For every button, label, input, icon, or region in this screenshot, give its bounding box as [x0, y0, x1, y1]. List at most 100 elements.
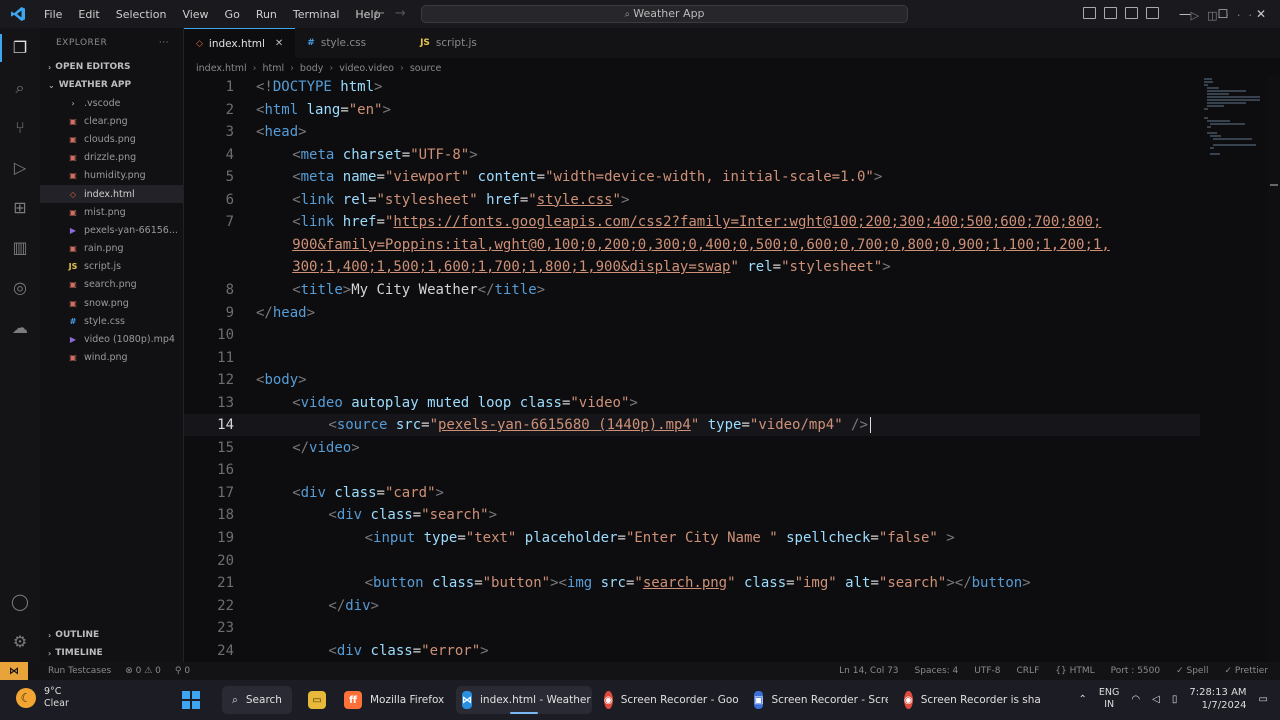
- breadcrumb-item[interactable]: source: [410, 63, 442, 74]
- navigation-arrows[interactable]: ←→: [374, 6, 416, 21]
- code-line[interactable]: 900&family=Poppins:ital,wght@0,100;0,200…: [184, 234, 1200, 256]
- file-explorer-button[interactable]: ▭: [308, 686, 326, 714]
- status-right-item[interactable]: ✓ Spell: [1176, 666, 1208, 676]
- remote-indicator-icon[interactable]: ⋈: [0, 662, 28, 680]
- breadcrumb-item[interactable]: html: [262, 63, 284, 74]
- file-item[interactable]: ▣ wind.png: [40, 349, 183, 367]
- breadcrumb-item[interactable]: video.video: [339, 63, 394, 74]
- weather-widget[interactable]: ☾ 9°C Clear: [16, 686, 69, 710]
- code-line[interactable]: 7 <link href="https://fonts.googleapis.co…: [184, 211, 1200, 233]
- code-line[interactable]: 18 <div class="search">: [184, 504, 1200, 526]
- status-left-item[interactable]: ⊗ 0 ⚠ 0: [125, 666, 161, 676]
- clock[interactable]: 7:28:13 AM 1/7/2024: [1189, 686, 1246, 712]
- file-item[interactable]: › .vscode: [40, 94, 183, 112]
- language-indicator[interactable]: ENG IN: [1099, 687, 1119, 711]
- notifications-icon[interactable]: ▭: [1259, 694, 1268, 705]
- start-button[interactable]: [182, 686, 200, 714]
- timeline-section[interactable]: › TIMELINE: [40, 644, 184, 662]
- file-item[interactable]: JS script.js: [40, 258, 183, 276]
- code-line[interactable]: 21 <button class="button"><img src="searc…: [184, 572, 1200, 594]
- menu-run[interactable]: Run: [248, 8, 285, 21]
- close-icon[interactable]: ✕: [275, 38, 283, 49]
- code-line[interactable]: 14 <source src="pexels-yan-6615680 (1440p…: [184, 414, 1200, 437]
- code-line[interactable]: 17 <div class="card">: [184, 482, 1200, 504]
- more-actions-icon[interactable]: ···: [159, 38, 169, 48]
- taskbar-app[interactable]: ▣ Screen Recorder - Scre: [754, 686, 888, 714]
- run-debug-icon[interactable]: ▷: [10, 158, 30, 178]
- explorer-icon[interactable]: ❐: [10, 38, 30, 58]
- taskbar-app[interactable]: ff Mozilla Firefox: [344, 686, 446, 714]
- code-line[interactable]: 22 </div>: [184, 595, 1200, 617]
- chevron-up-icon[interactable]: ⌃: [1079, 694, 1087, 705]
- code-line[interactable]: 300;1,400;1,500;1,600;1,700;1,800;1,900&…: [184, 256, 1200, 278]
- code-line[interactable]: 5 <meta name="viewport" content="width=de…: [184, 166, 1200, 188]
- status-right-item[interactable]: UTF-8: [974, 666, 1000, 676]
- project-section[interactable]: ⌄ WEATHER APP: [40, 76, 183, 94]
- code-line[interactable]: 2 <html lang="en">: [184, 99, 1200, 121]
- file-item[interactable]: ▣ snow.png: [40, 294, 183, 312]
- vscode-logo-icon[interactable]: [0, 0, 36, 28]
- status-left-item[interactable]: Run Testcases: [48, 666, 111, 676]
- tab-index-html[interactable]: ◇ index.html ✕: [184, 28, 296, 58]
- open-editors-section[interactable]: › OPEN EDITORS: [40, 58, 183, 76]
- remote-explorer-icon[interactable]: ◎: [10, 278, 30, 298]
- account-icon[interactable]: ◯: [10, 592, 30, 612]
- file-item[interactable]: ◇ index.html: [40, 184, 183, 204]
- code-editor[interactable]: 1 <!DOCTYPE html> 2 <html lang="en"> 3 <head>…: [184, 76, 1200, 662]
- file-item[interactable]: ▶ pexels-yan-66156...: [40, 221, 183, 239]
- battery-icon[interactable]: ▯: [1172, 694, 1178, 705]
- run-icon[interactable]: ▷: [1191, 9, 1207, 22]
- code-line[interactable]: 10: [184, 324, 1200, 346]
- code-line[interactable]: 12 <body>: [184, 369, 1200, 391]
- wifi-icon[interactable]: ◠: [1131, 694, 1140, 705]
- source-control-icon[interactable]: ⑂: [10, 118, 30, 138]
- taskbar-search[interactable]: ⌕ Search: [222, 686, 292, 714]
- breadcrumb-item[interactable]: body: [300, 63, 324, 74]
- status-left-item[interactable]: ⚲ 0: [175, 666, 190, 676]
- file-item[interactable]: ▣ clouds.png: [40, 130, 183, 148]
- code-line[interactable]: 23: [184, 617, 1200, 639]
- file-item[interactable]: ▣ search.png: [40, 276, 183, 294]
- tab-script-js[interactable]: JS script.js: [408, 28, 519, 58]
- menu-edit[interactable]: Edit: [70, 8, 107, 21]
- taskbar-app[interactable]: ◉ Screen Recorder - Goog: [604, 686, 738, 714]
- status-right-item[interactable]: {} HTML: [1055, 666, 1094, 676]
- tab-style-css[interactable]: # style.css: [295, 28, 408, 58]
- taskbar-app[interactable]: ◉ Screen Recorder is shari: [904, 686, 1040, 714]
- toggle-sidebar-icon[interactable]: [1083, 7, 1096, 19]
- file-item[interactable]: # style.css: [40, 312, 183, 330]
- code-line[interactable]: 15 </video>: [184, 437, 1200, 459]
- status-right-item[interactable]: Ln 14, Col 73: [839, 666, 898, 676]
- status-right-item[interactable]: CRLF: [1017, 666, 1040, 676]
- code-line[interactable]: 19 <input type="text" placeholder="Enter …: [184, 527, 1200, 549]
- docker-icon[interactable]: ☁: [10, 318, 30, 338]
- command-center[interactable]: ⌕ Weather App: [421, 5, 908, 23]
- minimap[interactable]: [1200, 76, 1264, 662]
- code-line[interactable]: 4 <meta charset="UTF-8">: [184, 144, 1200, 166]
- status-right-item[interactable]: Spaces: 4: [915, 666, 959, 676]
- menu-file[interactable]: File: [36, 8, 70, 21]
- status-right-item[interactable]: ✓ Prettier: [1224, 666, 1268, 676]
- code-line[interactable]: 20: [184, 550, 1200, 572]
- status-right-item[interactable]: Port : 5500: [1111, 666, 1161, 676]
- breadcrumb-item[interactable]: index.html: [196, 63, 247, 74]
- file-item[interactable]: ▶ video (1080p).mp4: [40, 330, 183, 348]
- file-item[interactable]: ▣ clear.png: [40, 112, 183, 130]
- scroll-thumb[interactable]: [1270, 184, 1278, 186]
- code-line[interactable]: 11: [184, 347, 1200, 369]
- toggle-secondary-sidebar-icon[interactable]: [1125, 7, 1138, 19]
- code-line[interactable]: 16: [184, 459, 1200, 481]
- back-arrow-icon[interactable]: ←: [374, 6, 395, 21]
- code-line[interactable]: 13 <video autoplay muted loop class="vide…: [184, 392, 1200, 414]
- code-line[interactable]: 6 <link rel="stylesheet" href="style.css"…: [184, 189, 1200, 211]
- code-line[interactable]: 1 <!DOCTYPE html>: [184, 76, 1200, 98]
- split-editor-icon[interactable]: ◫: [1207, 9, 1225, 22]
- code-line[interactable]: 24 <div class="error">: [184, 640, 1200, 662]
- search-icon[interactable]: ⌕: [10, 78, 30, 98]
- code-line[interactable]: 8 <title>My City Weather</title>: [184, 279, 1200, 301]
- volume-icon[interactable]: ◁: [1152, 694, 1160, 705]
- file-item[interactable]: ▣ rain.png: [40, 240, 183, 258]
- extensions-icon[interactable]: ⊞: [10, 198, 30, 218]
- file-item[interactable]: ▣ drizzle.png: [40, 149, 183, 167]
- menu-selection[interactable]: Selection: [108, 8, 175, 21]
